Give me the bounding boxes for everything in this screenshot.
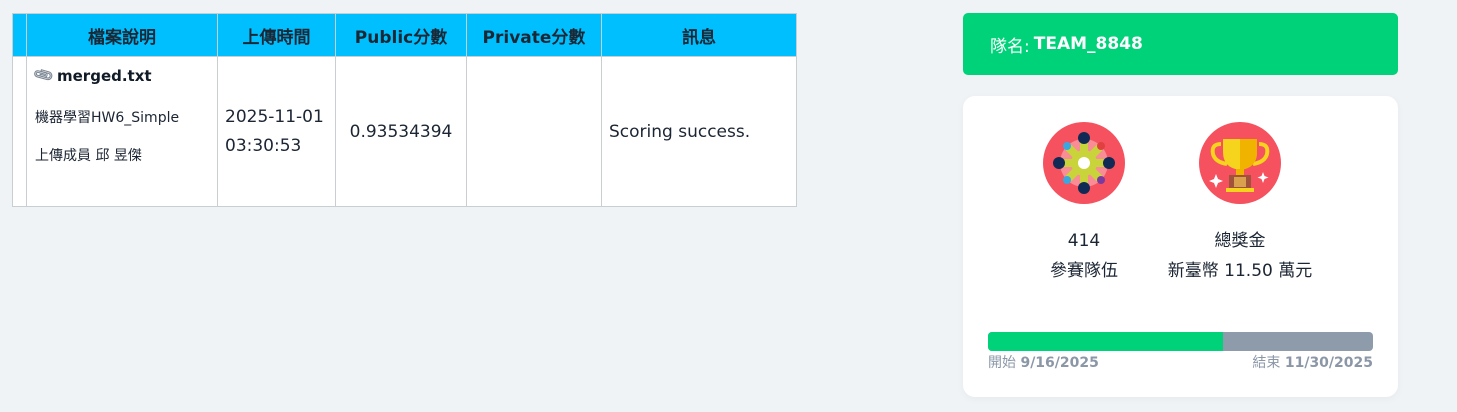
file-link[interactable]: 📎︎ merged.txt: [32, 64, 217, 87]
file-description: 機器學習HW6_Simple: [35, 110, 180, 126]
teams-count: 414: [1067, 231, 1101, 251]
start-date-group: 開始 9/16/2025: [988, 352, 1099, 372]
end-date-group: 結束 11/30/2025: [1252, 352, 1373, 372]
competition-dates: 開始 9/16/2025 結束 11/30/2025: [988, 352, 1373, 372]
private-score: [466, 56, 602, 207]
header-private-score: Private分數: [466, 13, 602, 57]
prize-value: 新臺幣 11.50 萬元: [1167, 261, 1313, 281]
prize-label: 總獎金: [1214, 231, 1266, 251]
team-banner: 隊名: TEAM_8848: [963, 13, 1398, 75]
upload-date: 2025-11-01: [225, 106, 324, 127]
header-public-score: Public分數: [335, 13, 467, 57]
paperclip-icon: 📎︎: [32, 64, 56, 87]
prize-stat: 總獎金 新臺幣 11.50 萬元: [1155, 122, 1325, 286]
end-label: 結束: [1252, 355, 1285, 371]
header-upload-time: 上傳時間: [217, 13, 336, 57]
file-name[interactable]: merged.txt: [57, 67, 152, 85]
table-header-row: 檔案說明 上傳時間 Public分數 Private分數 訊息: [12, 13, 797, 57]
start-date: 9/16/2025: [1020, 355, 1099, 371]
competition-stats-card: 414 參賽隊伍 總獎金 新臺幣 11.50 萬元 開始 9/16/2025 結…: [963, 96, 1398, 397]
file-cell: 📎︎ merged.txt 機器學習HW6_Simple 上傳成員 邱 昱傑: [26, 56, 218, 207]
upload-time: 03:30:53: [225, 135, 302, 156]
submissions-table: 檔案說明 上傳時間 Public分數 Private分數 訊息 📎︎ merge…: [12, 13, 797, 207]
end-date: 11/30/2025: [1284, 355, 1373, 371]
header-file-description: 檔案說明: [26, 13, 218, 57]
table-row: 📎︎ merged.txt 機器學習HW6_Simple 上傳成員 邱 昱傑 2…: [12, 56, 797, 207]
teams-label: 參賽隊伍: [1050, 261, 1118, 281]
start-label: 開始: [988, 355, 1021, 371]
row-stripe: [12, 56, 27, 207]
teams-circle-icon: [1043, 122, 1125, 204]
competition-progress-bar: [988, 332, 1373, 351]
header-message: 訊息: [601, 13, 797, 57]
team-label: 隊名:: [990, 36, 1030, 57]
file-uploader: 上傳成員 邱 昱傑: [35, 148, 142, 164]
header-stripe: [12, 13, 27, 57]
public-score: 0.93534394: [335, 56, 467, 207]
teams-stat: 414 參賽隊伍: [999, 122, 1169, 286]
trophy-icon: [1199, 122, 1281, 204]
progress-fill: [988, 332, 1223, 351]
upload-time-cell: 2025-11-01 03:30:53: [217, 56, 336, 207]
status-message: Scoring success.: [601, 56, 797, 207]
team-name: TEAM_8848: [1033, 34, 1143, 54]
